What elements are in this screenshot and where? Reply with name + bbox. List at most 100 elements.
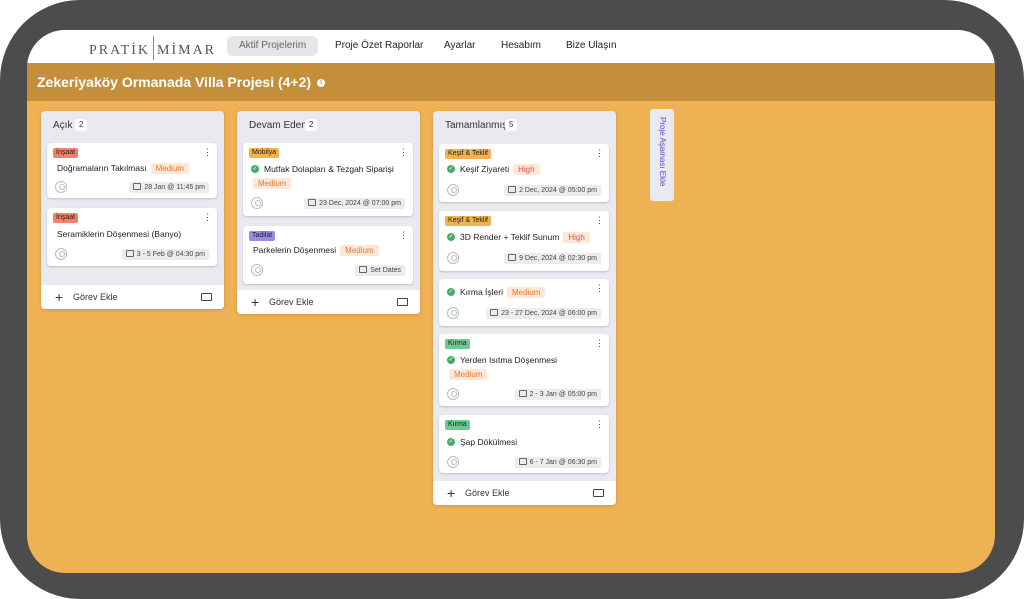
template-icon[interactable]	[593, 489, 604, 497]
category-tag: Keşif & Teklif	[445, 149, 491, 159]
date-text: 28 Jan @ 11:45 pm	[144, 184, 205, 191]
avatar-icon[interactable]	[447, 388, 459, 400]
avatar-icon[interactable]	[251, 197, 263, 209]
logo-left: PRATİK	[89, 43, 151, 59]
calendar-icon	[308, 198, 317, 206]
column-count: 2	[305, 119, 318, 131]
plus-icon: +	[447, 485, 456, 501]
task-title: Şap Dökülmesi	[460, 437, 518, 447]
avatar-icon[interactable]	[251, 264, 263, 276]
avatar-icon[interactable]	[55, 248, 67, 260]
column-devam-eden: Devam Eden 2 Mobilya ⋮ ✓ Mutfak Dolapları…	[237, 111, 420, 314]
add-task-row[interactable]: + Görev Ekle	[433, 481, 616, 505]
task-title-row: ✓ 3D Render + Teklif Sunum High	[447, 232, 590, 243]
add-stage-label: Proje Aşaması Ekle	[658, 117, 667, 187]
task-title-row: Parkelerin Döşenmesi Medium	[253, 245, 379, 256]
more-icon[interactable]: ⋮	[399, 231, 408, 240]
more-icon[interactable]: ⋮	[203, 213, 212, 222]
task-card[interactable]: İnşaat ⋮ Doğramaların Takılması Medium 28…	[47, 143, 217, 198]
date-chip[interactable]: 2 - 3 Jan @ 05:00 pm	[514, 389, 601, 400]
calendar-icon	[133, 182, 142, 190]
plus-icon: +	[251, 294, 260, 310]
priority-badge: High	[563, 232, 590, 243]
priority-badge: Medium	[340, 245, 379, 256]
task-card[interactable]: Kırma ⋮ ✓ Yerden Isıtma Döşenmesi Medium …	[439, 334, 609, 406]
task-card[interactable]: Mobilya ⋮ ✓ Mutfak Dolapları & Tezgah Sip…	[243, 143, 413, 216]
template-icon[interactable]	[201, 293, 212, 301]
calendar-icon	[508, 185, 517, 193]
more-icon[interactable]: ⋮	[595, 420, 604, 429]
priority-badge: Medium	[506, 287, 546, 298]
avatar-icon[interactable]	[447, 184, 459, 196]
add-task-row[interactable]: + Görev Ekle	[41, 285, 224, 309]
template-icon[interactable]	[397, 298, 408, 306]
date-chip[interactable]: 9 Dec, 2024 @ 02:30 pm	[504, 253, 601, 264]
task-title: Yerden Isıtma Döşenmesi	[460, 355, 558, 365]
calendar-icon	[125, 249, 134, 257]
category-tag: İnşaat	[53, 213, 79, 223]
nav-aktif-projelerim[interactable]: Aktif Projelerim	[227, 36, 319, 56]
task-card[interactable]: Keşif & Teklif ⋮ ✓ 3D Render + Teklif Sun…	[439, 211, 609, 271]
project-title: Zekeriyaköy Ormanada Villa Projesi (4+2)	[37, 74, 312, 90]
date-chip[interactable]: 6 - 7 Jan @ 06:30 pm	[514, 457, 601, 468]
more-icon[interactable]: ⋮	[595, 339, 604, 348]
calendar-icon	[359, 265, 368, 273]
more-icon[interactable]: ⋮	[595, 284, 604, 293]
date-text: 6 - 7 Jan @ 06:30 pm	[529, 459, 597, 466]
add-task-button[interactable]: Görev Ekle	[269, 297, 314, 307]
more-icon[interactable]: ⋮	[399, 148, 408, 157]
avatar-icon[interactable]	[447, 456, 459, 468]
nav-proje-ozet-raporlar[interactable]: Proje Özet Raporlar	[323, 36, 435, 56]
date-text: 9 Dec, 2024 @ 02:30 pm	[519, 255, 597, 262]
task-title-row: ✓ Mutfak Dolapları & Tezgah Siparişi	[251, 164, 394, 174]
column-count: 2	[75, 119, 88, 131]
task-card[interactable]: Kırma ⋮ ✓ Şap Dökülmesi 6 - 7 Jan @ 06:30…	[439, 415, 609, 473]
date-text: 3 - 5 Feb @ 04:30 pm	[136, 251, 205, 258]
task-title: Parkelerin Döşenmesi	[253, 245, 337, 255]
task-title-row: ✓ Keşif Ziyareti High	[447, 164, 540, 175]
nav-bize-ulasin[interactable]: Bize Ulaşın	[554, 36, 629, 56]
date-chip[interactable]: 3 - 5 Feb @ 04:30 pm	[121, 249, 209, 260]
plus-icon: +	[55, 289, 64, 305]
task-title: 3D Render + Teklif Sunum	[460, 232, 560, 242]
add-task-button[interactable]: Görev Ekle	[465, 488, 510, 498]
task-title: Keşif Ziyareti	[460, 164, 510, 174]
app-screen: PRATİK MİMAR Aktif Projelerim Proje Özet …	[27, 30, 995, 573]
column-title: Tamamlanmış	[445, 120, 508, 131]
date-chip[interactable]: 28 Jan @ 11:45 pm	[129, 182, 209, 193]
set-dates-chip[interactable]: Set Dates	[355, 265, 405, 276]
task-title: Kırma İşleri	[460, 287, 503, 297]
task-card[interactable]: Keşif & Teklif ⋮ ✓ Keşif Ziyareti High 2 D…	[439, 144, 609, 202]
date-chip[interactable]: 23 Dec, 2024 @ 07:00 pm	[304, 198, 405, 209]
priority-badge: High	[513, 164, 540, 175]
add-task-button[interactable]: Görev Ekle	[73, 292, 118, 302]
logo[interactable]: PRATİK MİMAR	[89, 36, 216, 63]
avatar-icon[interactable]	[55, 181, 67, 193]
category-tag: Mobilya	[249, 148, 280, 158]
task-card[interactable]: ⋮ ✓ Kırma İşleri Medium 23 - 27 Dec, 2024 …	[439, 279, 609, 326]
nav-ayarlar[interactable]: Ayarlar	[432, 36, 488, 56]
add-stage-button[interactable]: Proje Aşaması Ekle	[650, 109, 674, 201]
task-title: Doğramaların Takılması	[57, 163, 147, 173]
column-header: Açık 2	[41, 111, 224, 139]
top-nav: PRATİK MİMAR Aktif Projelerim Proje Özet …	[27, 30, 995, 63]
more-icon[interactable]: ⋮	[595, 149, 604, 158]
date-text: 2 Dec, 2024 @ 05:00 pm	[519, 187, 597, 194]
nav-hesabim[interactable]: Hesabım	[489, 36, 553, 56]
column-header: Devam Eden 2	[237, 111, 420, 139]
project-title-wrap: Zekeriyaköy Ormanada Villa Projesi (4+2)…	[37, 74, 326, 90]
check-icon: ✓	[447, 355, 455, 364]
task-card[interactable]: Tadilat ⋮ Parkelerin Döşenmesi Medium Set…	[243, 226, 413, 284]
avatar-icon[interactable]	[447, 307, 459, 319]
check-icon: ✓	[251, 164, 259, 173]
avatar-icon[interactable]	[447, 252, 459, 264]
more-icon[interactable]: ⋮	[203, 148, 212, 157]
more-icon[interactable]: ⋮	[595, 216, 604, 225]
check-icon: ✓	[447, 164, 455, 173]
add-task-row[interactable]: + Görev Ekle	[237, 290, 420, 314]
task-card[interactable]: İnşaat ⋮ Seramiklerin Döşenmesi (Banyo) …	[47, 208, 217, 266]
date-chip[interactable]: 2 Dec, 2024 @ 05:00 pm	[504, 185, 601, 196]
category-tag: Tadilat	[249, 231, 276, 241]
info-icon[interactable]: i	[317, 79, 326, 88]
date-chip[interactable]: 23 - 27 Dec, 2024 @ 06:00 pm	[486, 308, 601, 319]
